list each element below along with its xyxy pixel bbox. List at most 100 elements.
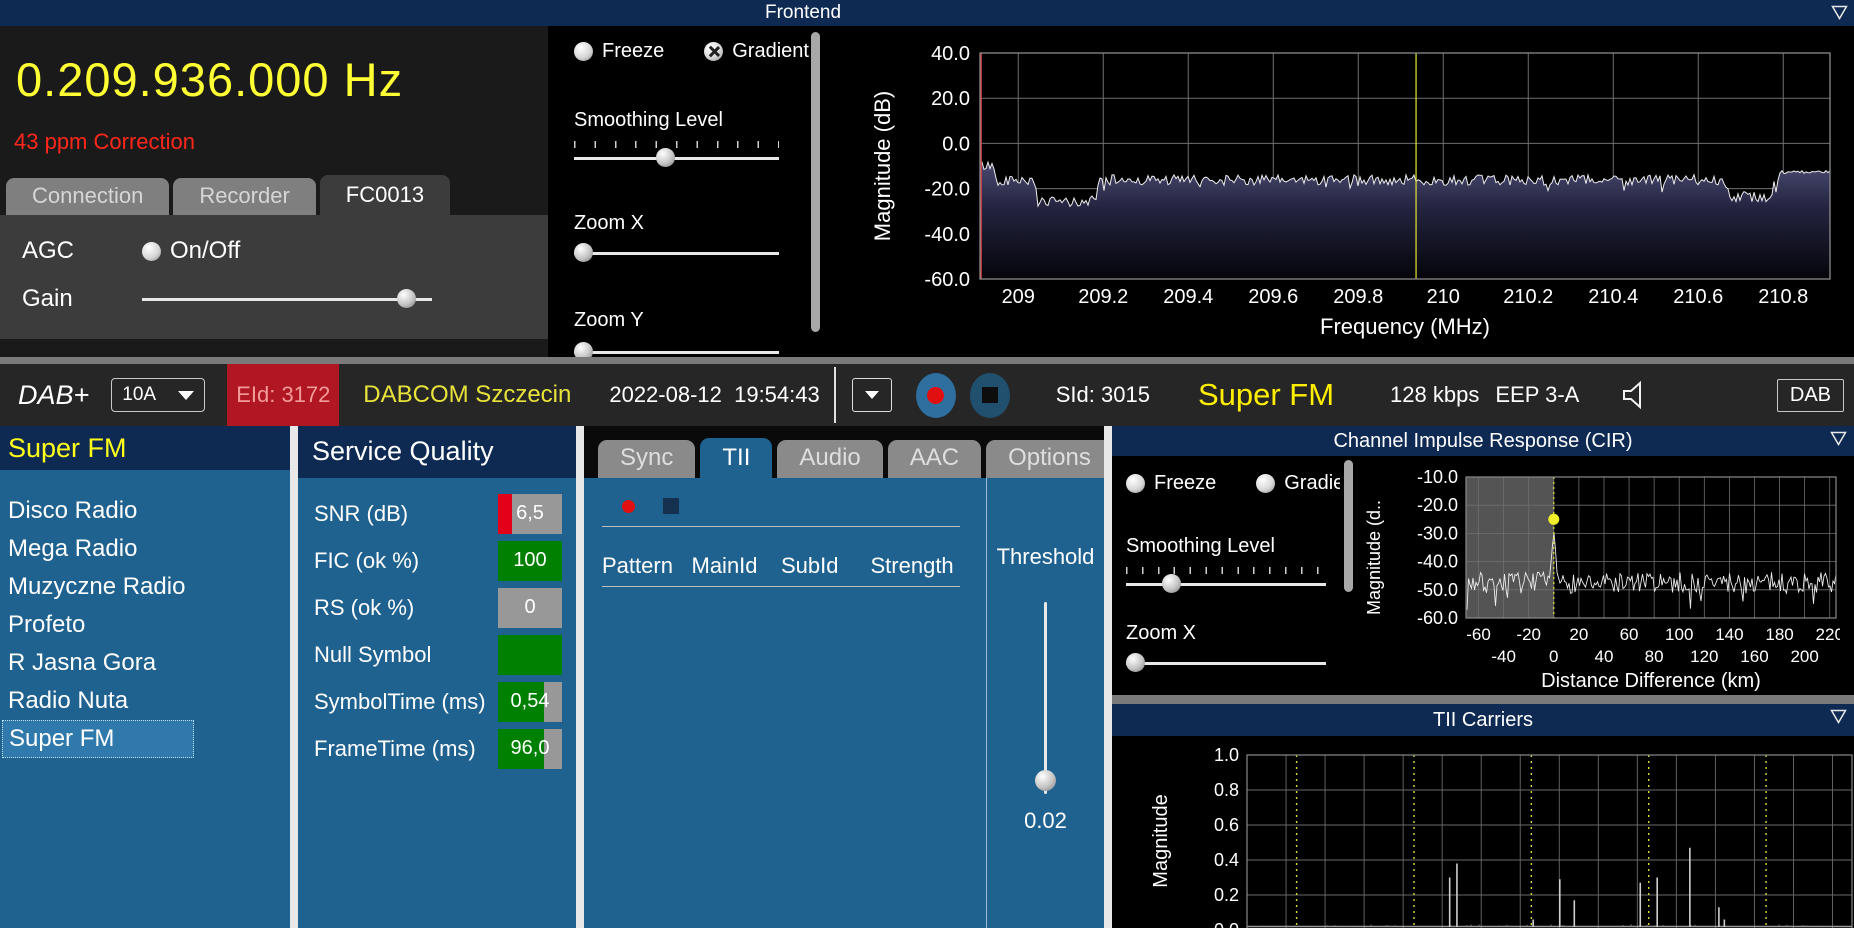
svg-text:1.0: 1.0: [1214, 745, 1239, 765]
ensemble-id-badge: EId: 3172: [227, 364, 340, 426]
svg-text:220: 220: [1816, 625, 1840, 644]
zoom-x-label: Zoom X: [1126, 622, 1197, 644]
stop-button[interactable]: [969, 372, 1010, 418]
threshold-slider-track: [1044, 602, 1047, 794]
smoothing-level-label: Smoothing Level: [574, 109, 723, 131]
collapse-triangle-icon[interactable]: [1831, 5, 1848, 20]
speaker-icon[interactable]: [1619, 378, 1653, 412]
gradient-checkbox[interactable]: Gradient: [1256, 472, 1340, 495]
svg-text:140: 140: [1715, 625, 1743, 644]
zoom-x-slider[interactable]: [574, 243, 779, 263]
sq-row-bar: 0,54: [498, 681, 562, 722]
cir-panel: Channel Impulse Response (CIR) Freeze Gra…: [1112, 426, 1854, 695]
svg-text:-60.0: -60.0: [924, 269, 970, 291]
freeze-checkbox[interactable]: Freeze: [1126, 472, 1216, 495]
station-list-item[interactable]: Profeto: [0, 606, 290, 644]
freeze-gradient-row: Freeze Gradient: [1126, 472, 1340, 495]
bitrate-label: 128 kbps: [1390, 382, 1480, 407]
cir-title: Channel Impulse Response (CIR): [1333, 429, 1633, 452]
gain-slider[interactable]: [142, 289, 432, 309]
tab-recorder[interactable]: Recorder: [173, 178, 316, 215]
tii-column-subid: SubId: [781, 553, 839, 578]
station-list-item[interactable]: R Jasna Gora: [0, 644, 290, 682]
horizontal-splitter[interactable]: [1112, 695, 1854, 704]
threshold-value: 0.02: [1024, 808, 1067, 833]
zoom-x-slider-track: [574, 251, 779, 255]
splitter[interactable]: [576, 426, 584, 928]
splitter[interactable]: [290, 426, 298, 928]
svg-text:20: 20: [1569, 625, 1588, 644]
smoothing-slider-handle[interactable]: [1162, 574, 1182, 593]
threshold-label: Threshold: [996, 544, 1095, 569]
cir-plot: -10.0 -20.0 -30.0 -40.0 -50.0 -60.0 -60 -20 20 60…: [1364, 467, 1840, 692]
gradient-label: Gradient: [1284, 472, 1340, 494]
tii-red-dot-indicator: [622, 499, 635, 513]
cir-scrollbar[interactable]: [1343, 460, 1353, 592]
sq-row-label: SNR (dB): [314, 500, 409, 526]
svg-text:40.0: 40.0: [931, 43, 970, 65]
record-button[interactable]: [915, 372, 956, 418]
tab-audio[interactable]: Audio: [777, 440, 883, 478]
cir-controls: FreezeGradientSmoothing LevelZoom XZoom …: [1112, 456, 1340, 695]
tii-indicator-row: [622, 498, 986, 514]
svg-text:Frequency (MHz): Frequency (MHz): [1320, 314, 1490, 339]
sq-row-bar: 0: [498, 587, 562, 628]
agc-onoff-label: On/Off: [170, 237, 241, 264]
tab-tii[interactable]: TII: [700, 438, 773, 478]
current-service-label: Super FM: [1197, 377, 1335, 412]
tii-divider: [602, 526, 960, 527]
svg-text:Distance Difference (km): Distance Difference (km): [1541, 670, 1761, 692]
frontend-spectrum-plot[interactable]: 40.0 20.0 0.0 -20.0 -40.0 -60.0 209 209.2 209.4 2…: [822, 26, 1854, 357]
spectrum-scrollbar[interactable]: [810, 32, 820, 332]
station-list-item[interactable]: Super FM: [2, 720, 194, 758]
zoom-y-slider-track: [574, 350, 779, 354]
zoom-x-slider[interactable]: [1126, 653, 1326, 673]
zoom-x-slider-handle[interactable]: [574, 243, 593, 262]
tab-fc0013[interactable]: FC0013: [319, 175, 451, 215]
sq-row-bar: 96,0: [498, 728, 562, 769]
service-quality-rows: SNR (dB) 6,5 FIC (ok %) 100 RS (ok %) 0 Null S…: [298, 478, 576, 772]
sq-row-label: FIC (ok %): [314, 547, 420, 573]
tab-sync[interactable]: Sync: [598, 440, 696, 478]
frontend-title: Frontend: [765, 2, 842, 23]
cir-content: FreezeGradientSmoothing LevelZoom XZoom …: [1112, 456, 1854, 695]
threshold-slider[interactable]: [1034, 602, 1057, 794]
tab-aac[interactable]: AAC: [887, 440, 982, 478]
svg-text:100: 100: [1665, 625, 1693, 644]
tuner-panel: 0.209.936.000 Hz 43 ppm Correction Conne…: [0, 26, 548, 357]
agc-row: AGC On/Off: [0, 227, 548, 275]
device-tabs: Connection Recorder FC0013: [6, 175, 548, 215]
sq-row-value: 100: [513, 549, 547, 571]
gradient-checkbox[interactable]: Gradient: [704, 40, 809, 63]
svg-text:160: 160: [1740, 647, 1768, 666]
station-list-item[interactable]: Muzyczne Radio: [0, 568, 290, 606]
smoothing-slider[interactable]: [1126, 574, 1326, 594]
tab-connection[interactable]: Connection: [6, 178, 170, 215]
recorder-dropdown-button[interactable]: [851, 378, 892, 412]
freeze-checkbox[interactable]: Freeze: [574, 40, 664, 63]
svg-text:-10.0: -10.0: [1417, 467, 1458, 487]
svg-text:80: 80: [1645, 647, 1664, 666]
tab-options[interactable]: Options: [986, 440, 1113, 478]
svg-text:209: 209: [1002, 286, 1035, 308]
threshold-slider-handle[interactable]: [1034, 769, 1056, 791]
collapse-triangle-icon[interactable]: [1830, 431, 1847, 446]
agc-label: AGC: [22, 237, 75, 264]
service-quality-row: FrameTime (ms) 96,0: [298, 725, 576, 772]
freeze-label: Freeze: [602, 40, 665, 62]
smoothing-slider-handle[interactable]: [655, 148, 675, 167]
gain-slider-handle[interactable]: [396, 289, 416, 308]
tii-square-indicator: [663, 498, 679, 514]
agc-radio[interactable]: [142, 241, 161, 261]
station-list-item[interactable]: Mega Radio: [0, 530, 290, 568]
station-list-item[interactable]: Radio Nuta: [0, 682, 290, 720]
splitter[interactable]: [1104, 426, 1112, 928]
service-quality-row: SNR (dB) 6,5: [298, 490, 576, 537]
station-list-item[interactable]: Disco Radio: [0, 492, 290, 530]
smoothing-slider[interactable]: [574, 148, 779, 168]
svg-text:210: 210: [1427, 286, 1460, 308]
channel-dropdown[interactable]: 10A: [111, 378, 206, 412]
cir-titlebar: Channel Impulse Response (CIR): [1112, 426, 1854, 456]
zoom-x-slider-handle[interactable]: [1126, 653, 1145, 672]
collapse-triangle-icon[interactable]: [1830, 709, 1847, 724]
